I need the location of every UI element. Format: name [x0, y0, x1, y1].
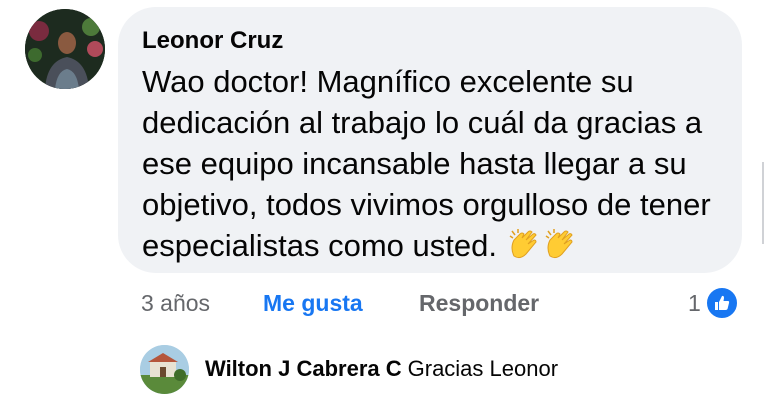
reply-author-name[interactable]: Wilton J Cabrera C [205, 356, 402, 381]
reply-text: Gracias Leonor [407, 356, 559, 381]
comment-text: Wao doctor! Magnífico excelente su dedic… [142, 64, 711, 263]
like-button[interactable]: Me gusta [263, 290, 419, 317]
scroll-edge-divider [762, 162, 764, 244]
comment-bubble: Leonor Cruz Wao doctor! Magnífico excele… [118, 7, 742, 273]
reply-avatar-photo [140, 345, 189, 394]
reply-comment: Wilton J Cabrera C Gracias Leonor [205, 353, 558, 385]
clapping-hands-icon [509, 229, 537, 259]
comment-timestamp[interactable]: 3 años [141, 290, 263, 317]
comment-actions: 3 años Me gusta Responder [141, 285, 539, 321]
avatar-photo [25, 9, 105, 89]
comment-author[interactable]: Leonor Cruz [142, 25, 716, 57]
reaction-summary[interactable]: 1 [688, 285, 739, 321]
reaction-count: 1 [688, 289, 701, 316]
commenter-avatar[interactable] [25, 9, 105, 89]
thumbs-up-icon [704, 286, 739, 320]
comment-body: Wao doctor! Magnífico excelente su dedic… [142, 61, 734, 266]
reply-button[interactable]: Responder [419, 290, 539, 317]
clapping-hands-icon [545, 229, 573, 259]
reply-author-avatar[interactable] [140, 345, 189, 394]
